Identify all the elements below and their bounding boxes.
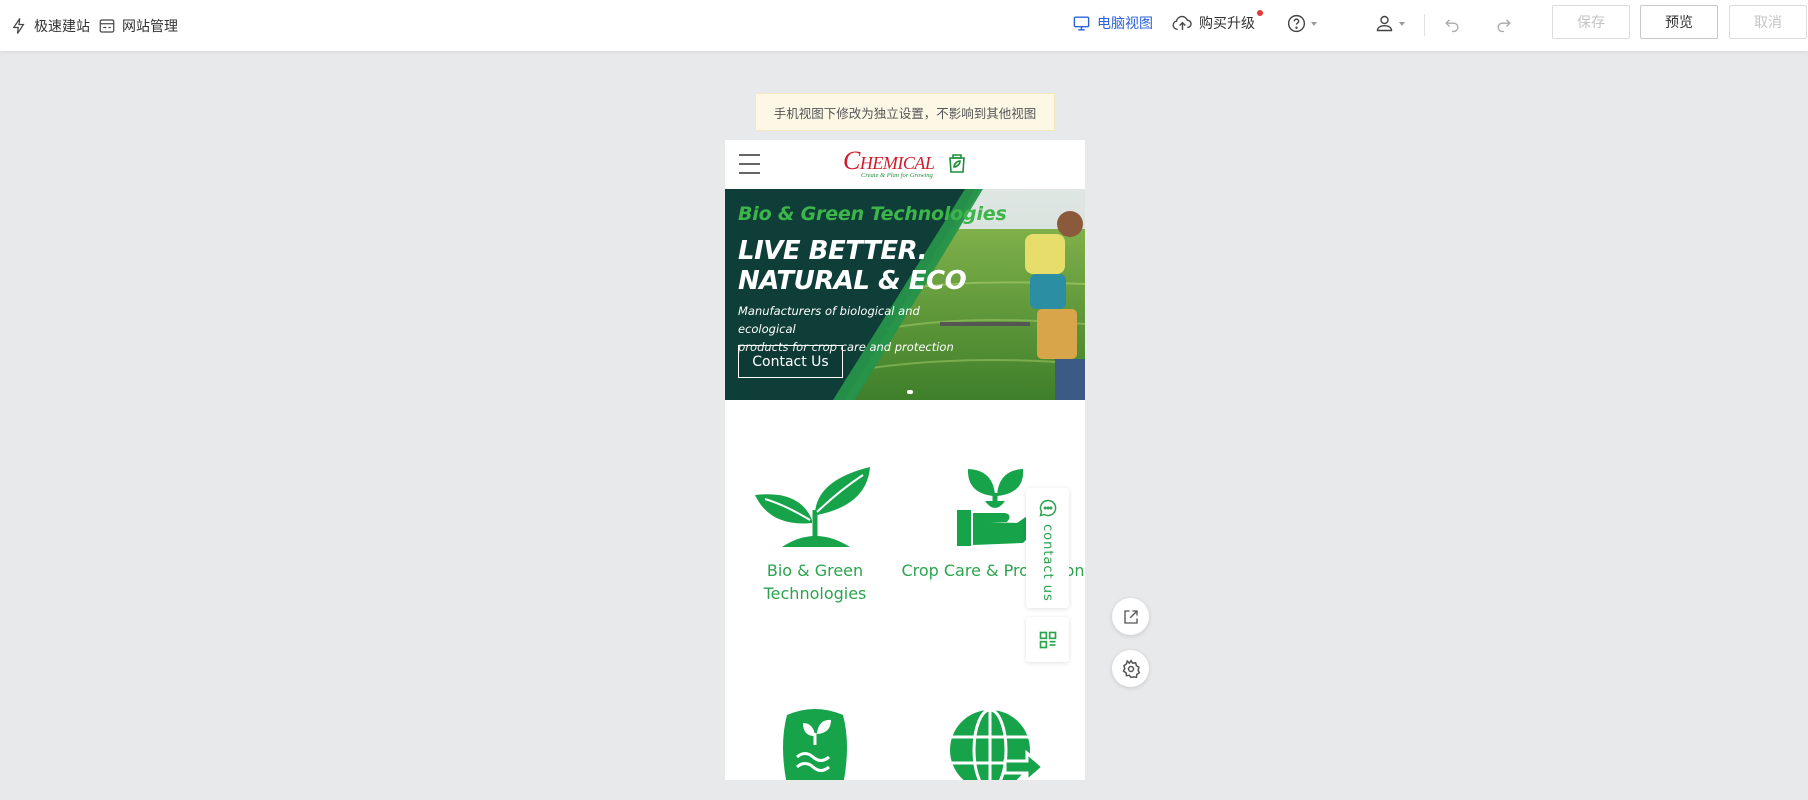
sprout-icon: [755, 467, 870, 547]
chevron-down-icon: [1399, 21, 1405, 26]
help-menu[interactable]: [1286, 13, 1317, 34]
undo-icon[interactable]: [1442, 14, 1462, 34]
mobile-header: CHEMICAL Create & Plan for Growing: [725, 140, 1085, 189]
upgrade-label: 购买升级: [1199, 16, 1255, 32]
site-manage-label: 网站管理: [122, 18, 178, 35]
mobile-preview-frame: CHEMICAL Create & Plan for Growing Bio &…: [725, 140, 1085, 780]
qr-code-icon: [1039, 631, 1056, 648]
logo-initial: C: [843, 146, 860, 175]
floating-contact-tab[interactable]: contact us: [1026, 488, 1069, 608]
chat-icon: [1038, 499, 1056, 517]
desktop-view-button[interactable]: 电脑视图: [1072, 13, 1153, 33]
preview-button[interactable]: 预览: [1640, 5, 1718, 39]
fertilizer-bag-icon: [783, 709, 847, 780]
user-icon: [1376, 15, 1393, 32]
floating-qr-button[interactable]: [1026, 617, 1069, 662]
quick-build-label: 极速建站: [34, 18, 90, 35]
monitor-icon: [1073, 15, 1090, 31]
help-icon: [1287, 14, 1306, 33]
site-manage-button[interactable]: 网站管理: [98, 16, 178, 36]
contact-us-button[interactable]: Contact Us: [738, 345, 843, 378]
hero-subtitle: Bio & Green Technologies: [738, 203, 1007, 225]
globe-arrow-icon: [950, 708, 1046, 780]
upgrade-button[interactable]: 购买升级: [1172, 10, 1263, 33]
hero-banner: Bio & Green Technologies LIVE BETTER. NA…: [725, 189, 1085, 400]
desktop-view-label: 电脑视图: [1097, 16, 1153, 32]
gear-icon: [1122, 658, 1140, 678]
share-icon: [1123, 609, 1138, 624]
quick-build-button[interactable]: 极速建站: [10, 16, 90, 36]
toolbar-divider: [1424, 14, 1425, 36]
cancel-button[interactable]: 取消: [1729, 5, 1807, 39]
hero-desc-line1: Manufacturers of biological and ecologic…: [738, 304, 920, 336]
site-logo[interactable]: CHEMICAL Create & Plan for Growing: [843, 146, 973, 184]
hero-title-line1: LIVE BETTER.: [738, 236, 927, 266]
feature-bio-green[interactable]: Bio & Green Technologies: [725, 465, 905, 605]
user-menu[interactable]: [1374, 13, 1405, 34]
contact-us-label: contact us: [1040, 524, 1055, 602]
carousel-dots: [907, 390, 913, 394]
hero-title-line2: NATURAL & ECO: [738, 266, 967, 296]
hero-title: LIVE BETTER. NATURAL & ECO: [738, 236, 967, 296]
feature-label-line1: Bio & Green: [766, 561, 864, 580]
feature-fertilizer[interactable]: [725, 705, 905, 780]
settings-button[interactable]: [1112, 650, 1149, 687]
share-button[interactable]: [1112, 598, 1149, 635]
lightning-icon: [12, 17, 25, 34]
redo-icon[interactable]: [1494, 14, 1514, 34]
save-button[interactable]: 保存: [1552, 5, 1630, 39]
feature-global-export[interactable]: [905, 705, 1085, 780]
chevron-down-icon: [1311, 21, 1317, 26]
top-toolbar: 极速建站 网站管理 电脑视图 购买升级 保存 预览 取消: [0, 0, 1808, 51]
leaf-jar-icon: [949, 154, 965, 173]
carousel-dot[interactable]: [907, 390, 913, 394]
hamburger-menu-icon[interactable]: [739, 154, 760, 174]
logo-tagline: Create & Plan for Growing: [861, 172, 933, 179]
site-manage-icon: [99, 18, 115, 33]
feature-label: Bio & Green Technologies: [725, 559, 905, 605]
logo-rest: HEMICAL: [859, 153, 935, 173]
notification-dot: [1257, 10, 1263, 16]
cloud-upload-icon: [1172, 15, 1192, 30]
mobile-view-notice: 手机视图下修改为独立设置，不影响到其他视图: [755, 93, 1055, 131]
feature-label-line2: Technologies: [763, 584, 867, 603]
